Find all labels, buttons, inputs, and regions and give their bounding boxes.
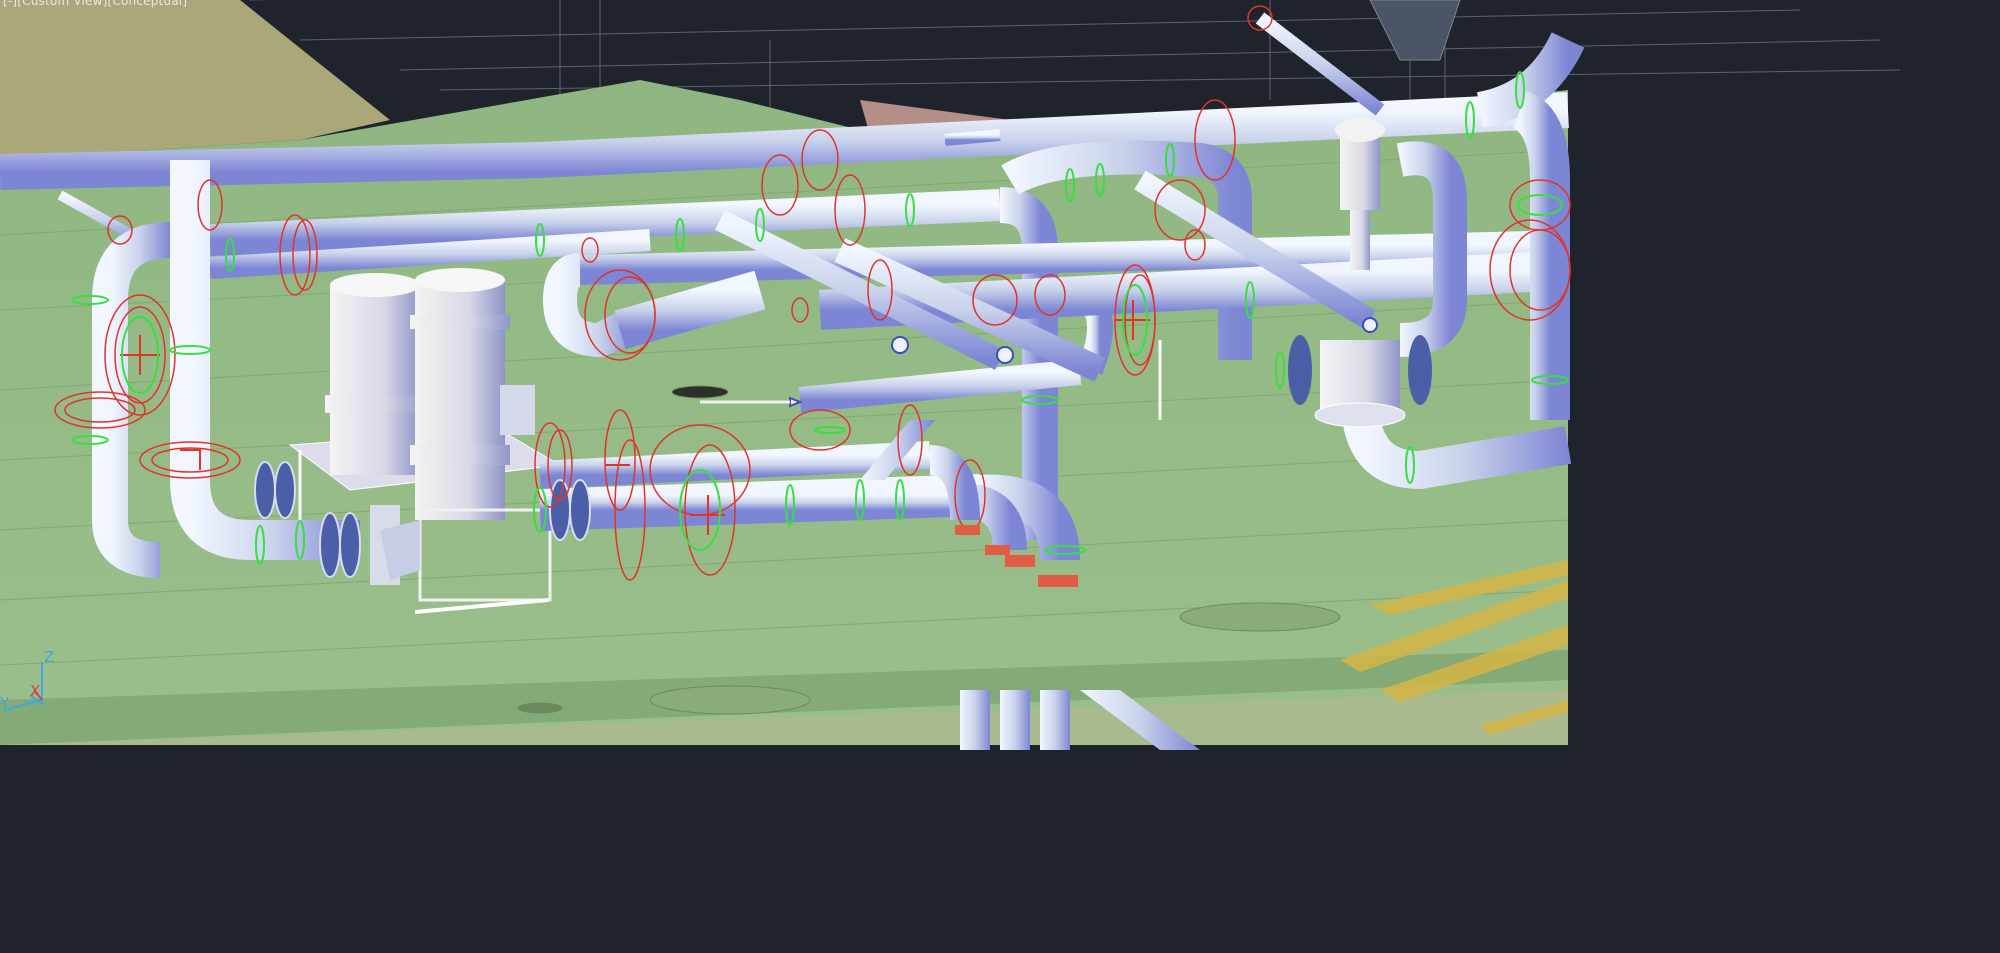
viewport-controls-label[interactable]: [-][Custom View][Conceptual]: [3, 0, 187, 8]
ucs-z-label: Z: [44, 648, 54, 666]
model-viewport[interactable]: Z Y X [-][Custom View][Conceptual]: [0, 0, 2000, 953]
ucs-x-label: X: [30, 682, 40, 700]
ucs-y-label: Y: [0, 694, 10, 712]
3d-scene[interactable]: Z Y X: [0, 0, 2000, 953]
